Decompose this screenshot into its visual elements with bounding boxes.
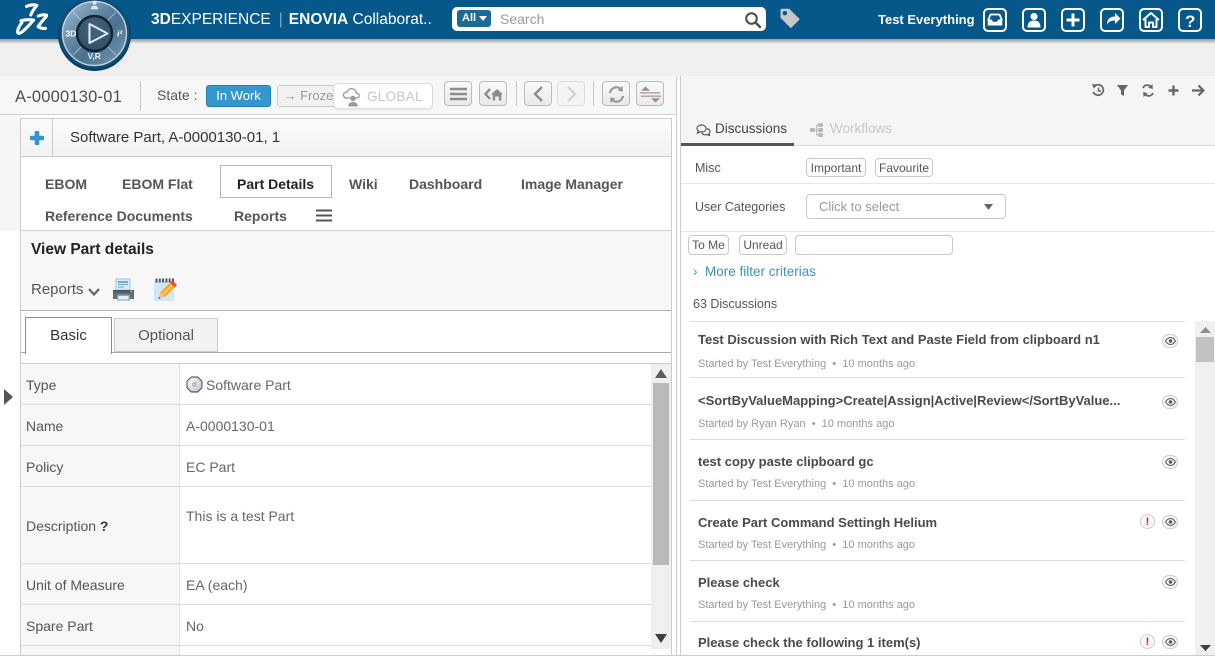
svg-text:V,R: V,R bbox=[88, 51, 101, 61]
svg-text:3D: 3D bbox=[66, 29, 77, 39]
svg-text:?: ? bbox=[1185, 12, 1195, 31]
